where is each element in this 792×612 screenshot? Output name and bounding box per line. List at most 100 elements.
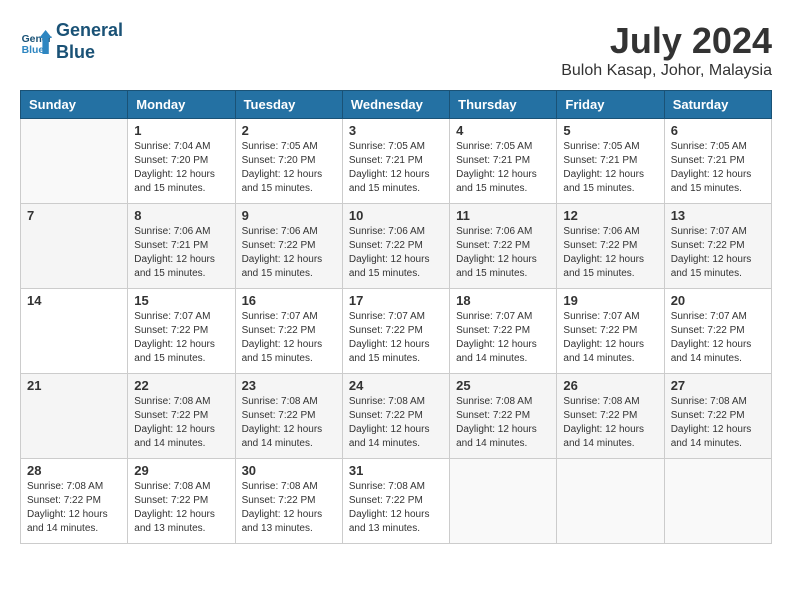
day-header-tuesday: Tuesday (235, 91, 342, 119)
week-row-4: 21 22 Sunrise: 7:08 AMSunset: 7:22 PMDayli… (21, 374, 772, 459)
day-number: 18 (456, 293, 550, 308)
calendar-cell: 19 Sunrise: 7:07 AMSunset: 7:22 PMDayligh… (557, 289, 664, 374)
calendar-cell: 24 Sunrise: 7:08 AMSunset: 7:22 PMDayligh… (342, 374, 449, 459)
calendar-cell: 20 Sunrise: 7:07 AMSunset: 7:22 PMDayligh… (664, 289, 771, 374)
day-header-monday: Monday (128, 91, 235, 119)
calendar-cell: 2 Sunrise: 7:05 AMSunset: 7:20 PMDaylight… (235, 119, 342, 204)
calendar-cell: 18 Sunrise: 7:07 AMSunset: 7:22 PMDayligh… (450, 289, 557, 374)
calendar-cell: 8 Sunrise: 7:06 AMSunset: 7:21 PMDaylight… (128, 204, 235, 289)
calendar-cell: 21 (21, 374, 128, 459)
day-info: Sunrise: 7:05 AMSunset: 7:21 PMDaylight:… (563, 140, 657, 196)
day-number: 8 (134, 208, 228, 223)
calendar-cell: 12Sunrise: 7:06 AMSunset: 7:22 PMDayligh… (557, 204, 664, 289)
calendar-cell: 28 Sunrise: 7:08 AMSunset: 7:22 PMDayligh… (21, 459, 128, 544)
day-header-thursday: Thursday (450, 91, 557, 119)
day-info: Sunrise: 7:06 AMSunset: 7:22 PMDaylight:… (456, 225, 550, 281)
day-info: Sunrise: 7:06 AMSunset: 7:21 PMDaylight:… (134, 225, 228, 281)
day-number: 20 (671, 293, 765, 308)
day-number: 22 (134, 378, 228, 393)
logo-line2: Blue (56, 42, 123, 64)
calendar-cell: 1 Sunrise: 7:04 AMSunset: 7:20 PMDaylight… (128, 119, 235, 204)
calendar-cell (450, 459, 557, 544)
day-info: Sunrise: 7:07 AMSunset: 7:22 PMDaylight:… (563, 310, 657, 366)
day-info: Sunrise: 7:08 AMSunset: 7:22 PMDaylight:… (27, 480, 121, 536)
day-info: Sunrise: 7:07 AMSunset: 7:22 PMDaylight:… (456, 310, 550, 366)
day-info: Sunrise: 7:06 AMSunset: 7:22 PMDaylight:… (563, 225, 657, 281)
calendar-cell: 9Sunrise: 7:06 AMSunset: 7:22 PMDaylight… (235, 204, 342, 289)
calendar-table: SundayMondayTuesdayWednesdayThursdayFrid… (20, 90, 772, 544)
day-number: 11 (456, 208, 550, 223)
calendar-cell: 27 Sunrise: 7:08 AMSunset: 7:22 PMDayligh… (664, 374, 771, 459)
week-row-2: 78 Sunrise: 7:06 AMSunset: 7:21 PMDayligh… (21, 204, 772, 289)
day-number: 25 (456, 378, 550, 393)
calendar-cell: 4Sunrise: 7:05 AMSunset: 7:21 PMDaylight… (450, 119, 557, 204)
day-info: Sunrise: 7:08 AMSunset: 7:22 PMDaylight:… (671, 395, 765, 451)
day-info: Sunrise: 7:07 AMSunset: 7:22 PMDaylight:… (671, 310, 765, 366)
day-info: Sunrise: 7:08 AMSunset: 7:22 PMDaylight:… (134, 395, 228, 451)
calendar-cell: 7 (21, 204, 128, 289)
month-title: July 2024 (561, 20, 772, 62)
day-header-wednesday: Wednesday (342, 91, 449, 119)
calendar-cell: 17 Sunrise: 7:07 AMSunset: 7:22 PMDayligh… (342, 289, 449, 374)
day-number: 5 (563, 123, 657, 138)
day-info: Sunrise: 7:05 AMSunset: 7:21 PMDaylight:… (456, 140, 550, 196)
day-number: 16 (242, 293, 336, 308)
day-number: 14 (27, 293, 121, 308)
day-number: 10 (349, 208, 443, 223)
day-number: 27 (671, 378, 765, 393)
header-row: SundayMondayTuesdayWednesdayThursdayFrid… (21, 91, 772, 119)
day-info: Sunrise: 7:07 AMSunset: 7:22 PMDaylight:… (349, 310, 443, 366)
title-block: July 2024 Buloh Kasap, Johor, Malaysia (561, 20, 772, 80)
day-info: Sunrise: 7:07 AMSunset: 7:22 PMDaylight:… (242, 310, 336, 366)
calendar-cell: 30Sunrise: 7:08 AMSunset: 7:22 PMDayligh… (235, 459, 342, 544)
day-info: Sunrise: 7:08 AMSunset: 7:22 PMDaylight:… (456, 395, 550, 451)
day-info: Sunrise: 7:08 AMSunset: 7:22 PMDaylight:… (242, 395, 336, 451)
calendar-cell: 11 Sunrise: 7:06 AMSunset: 7:22 PMDayligh… (450, 204, 557, 289)
day-number: 17 (349, 293, 443, 308)
day-number: 26 (563, 378, 657, 393)
day-number: 29 (134, 463, 228, 478)
day-info: Sunrise: 7:08 AMSunset: 7:22 PMDaylight:… (349, 480, 443, 536)
day-info: Sunrise: 7:06 AMSunset: 7:22 PMDaylight:… (242, 225, 336, 281)
calendar-cell: 5 Sunrise: 7:05 AMSunset: 7:21 PMDaylight… (557, 119, 664, 204)
week-row-3: 14 15Sunrise: 7:07 AMSunset: 7:22 PMDayli… (21, 289, 772, 374)
day-info: Sunrise: 7:08 AMSunset: 7:22 PMDaylight:… (242, 480, 336, 536)
location: Buloh Kasap, Johor, Malaysia (561, 62, 772, 80)
calendar-cell: 6 Sunrise: 7:05 AMSunset: 7:21 PMDaylight… (664, 119, 771, 204)
day-info: Sunrise: 7:04 AMSunset: 7:20 PMDaylight:… (134, 140, 228, 196)
logo-line1: General (56, 20, 123, 42)
day-info: Sunrise: 7:08 AMSunset: 7:22 PMDaylight:… (349, 395, 443, 451)
calendar-cell: 26Sunrise: 7:08 AMSunset: 7:22 PMDayligh… (557, 374, 664, 459)
calendar-cell: 25 Sunrise: 7:08 AMSunset: 7:22 PMDayligh… (450, 374, 557, 459)
calendar-cell: 16 Sunrise: 7:07 AMSunset: 7:22 PMDayligh… (235, 289, 342, 374)
week-row-5: 28 Sunrise: 7:08 AMSunset: 7:22 PMDayligh… (21, 459, 772, 544)
day-info: Sunrise: 7:08 AMSunset: 7:22 PMDaylight:… (134, 480, 228, 536)
day-header-saturday: Saturday (664, 91, 771, 119)
day-header-friday: Friday (557, 91, 664, 119)
day-number: 23 (242, 378, 336, 393)
day-number: 21 (27, 378, 121, 393)
calendar-cell: 31 Sunrise: 7:08 AMSunset: 7:22 PMDayligh… (342, 459, 449, 544)
calendar-cell (21, 119, 128, 204)
week-row-1: 1 Sunrise: 7:04 AMSunset: 7:20 PMDaylight… (21, 119, 772, 204)
day-number: 19 (563, 293, 657, 308)
day-info: Sunrise: 7:05 AMSunset: 7:20 PMDaylight:… (242, 140, 336, 196)
day-number: 13 (671, 208, 765, 223)
day-number: 31 (349, 463, 443, 478)
svg-text:Blue: Blue (22, 45, 45, 56)
logo-text: General Blue (56, 20, 123, 63)
day-number: 2 (242, 123, 336, 138)
day-number: 7 (27, 208, 121, 223)
day-info: Sunrise: 7:05 AMSunset: 7:21 PMDaylight:… (671, 140, 765, 196)
day-number: 28 (27, 463, 121, 478)
day-info: Sunrise: 7:05 AMSunset: 7:21 PMDaylight:… (349, 140, 443, 196)
calendar-cell: 15Sunrise: 7:07 AMSunset: 7:22 PMDayligh… (128, 289, 235, 374)
calendar-cell (557, 459, 664, 544)
day-number: 1 (134, 123, 228, 138)
calendar-cell: 29 Sunrise: 7:08 AMSunset: 7:22 PMDayligh… (128, 459, 235, 544)
day-number: 24 (349, 378, 443, 393)
day-number: 3 (349, 123, 443, 138)
day-number: 6 (671, 123, 765, 138)
calendar-cell: 22 Sunrise: 7:08 AMSunset: 7:22 PMDayligh… (128, 374, 235, 459)
page-header: General Blue General Blue July 2024 Bulo… (20, 20, 772, 80)
